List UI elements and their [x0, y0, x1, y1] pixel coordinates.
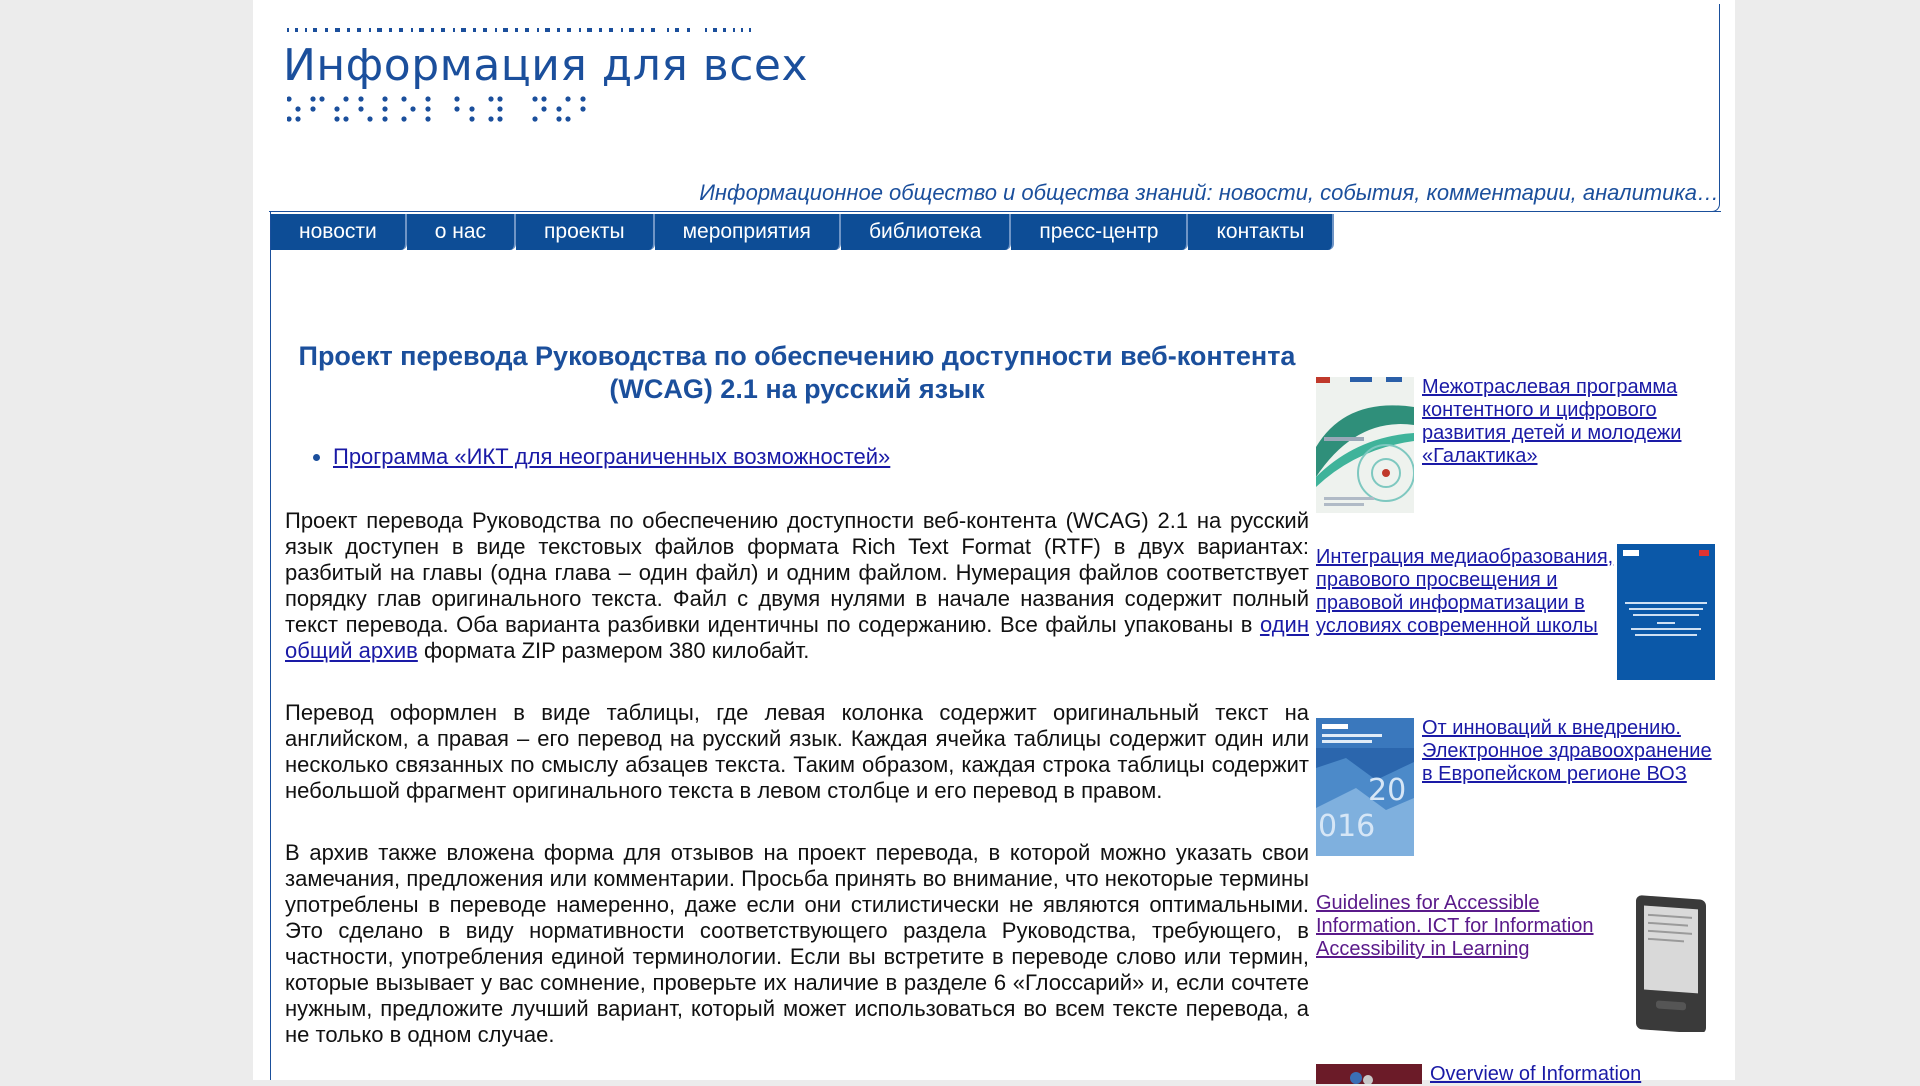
media-education-cover-art [1617, 544, 1715, 680]
galaktika-cover-art [1316, 377, 1414, 513]
book-cover-image[interactable]: 20 016 [1316, 718, 1414, 856]
braille-bottom-decoration [287, 96, 586, 122]
article: Проект перевода Руководства по обеспечен… [285, 340, 1309, 1048]
program-link[interactable]: Программа «ИКТ для неограниченных возмож… [333, 444, 890, 469]
article-paragraph-3: В архив также вложена форма для отзывов … [285, 840, 1309, 1047]
nav-item-projects[interactable]: проекты [516, 214, 655, 250]
book-cover-image[interactable] [1617, 544, 1715, 680]
site-logo[interactable]: Информация для всех [283, 28, 808, 128]
site-tagline: Информационное общество и общества знани… [699, 180, 1719, 205]
svg-text:016: 016 [1318, 809, 1375, 844]
sidebar-link-overview[interactable]: Overview of Information [1430, 1063, 1720, 1086]
list-item: Программа «ИКТ для неограниченных возмож… [333, 444, 1309, 470]
page: Информация для всех Информационное общес… [253, 0, 1735, 1085]
related-links-list: Программа «ИКТ для неограниченных возмож… [285, 444, 1309, 470]
sidebar-link-media-education[interactable]: Интеграция медиаобразования, правового п… [1316, 546, 1616, 638]
article-title: Проект перевода Руководства по обеспечен… [298, 341, 1296, 404]
ebook-reader-art [1636, 895, 1706, 1032]
nav-item-news[interactable]: новости [271, 214, 407, 250]
nav-item-press-center[interactable]: пресс-центр [1011, 214, 1189, 250]
book-cover-image[interactable] [1316, 377, 1414, 513]
nav-top-line [270, 211, 1721, 212]
article-paragraph-2: Перевод оформлен в виде таблицы, где лев… [285, 700, 1309, 803]
sidebar-link-accessible-guidelines[interactable]: Guidelines for Accessible Information. I… [1316, 892, 1616, 961]
nav-item-contacts[interactable]: контакты [1188, 214, 1335, 250]
article-paragraph-1: Проект перевода Руководства по обеспечен… [285, 508, 1309, 664]
content-left-border [270, 212, 271, 1080]
main-navigation: новости о нас проекты мероприятия библио… [271, 214, 1335, 250]
nav-item-library[interactable]: библиотека [840, 214, 1012, 250]
nav-item-events[interactable]: мероприятия [654, 214, 841, 250]
logo-title[interactable]: Информация для всех [283, 40, 808, 91]
sidebar-link-galaktika[interactable]: Межотраслевая программа контентного и ци… [1422, 376, 1712, 468]
braille-top-decoration [287, 28, 751, 32]
sidebar-link-ehealth[interactable]: От инноваций к внедрению. Электронное зд… [1422, 717, 1712, 786]
nav-item-about[interactable]: о нас [406, 214, 517, 250]
ebook-reader-image[interactable] [1622, 890, 1714, 1032]
paragraph-text: формата ZIP размером 380 килобайт. [417, 638, 810, 663]
ehealth-cover-art: 20 016 [1316, 718, 1414, 856]
svg-text:20: 20 [1368, 773, 1406, 808]
book-cover-image[interactable] [1316, 1064, 1422, 1084]
paragraph-text: Проект перевода Руководства по обеспечен… [285, 508, 1309, 637]
overview-cover-art [1316, 1064, 1422, 1084]
